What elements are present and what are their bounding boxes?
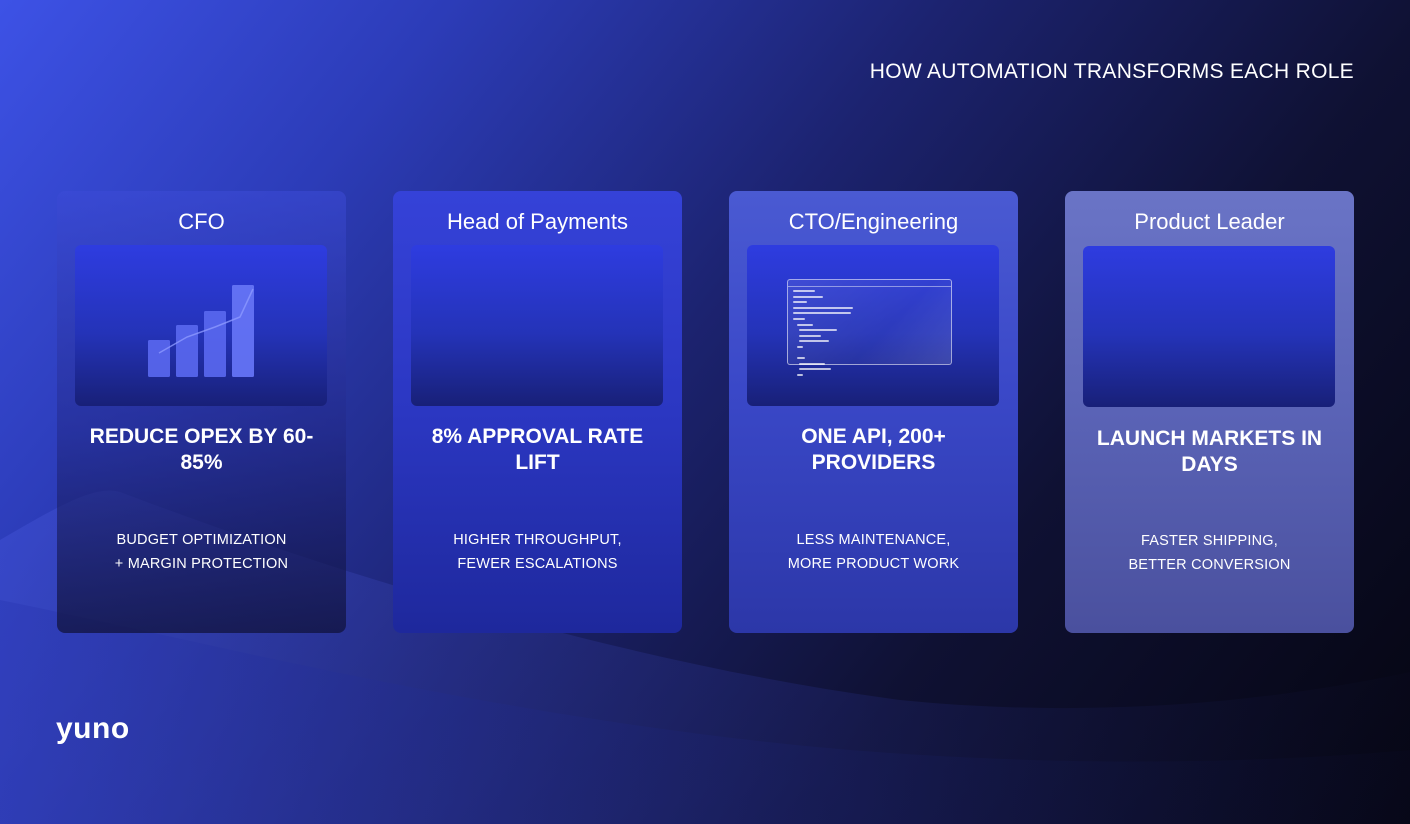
code-window-titlebar [788, 286, 951, 287]
card-description: FASTER SHIPPING, BETTER CONVERSION [1085, 529, 1334, 577]
card-description-line: BETTER CONVERSION [1128, 557, 1291, 573]
card-title: Head of Payments [447, 209, 628, 234]
slide-headline: HOW AUTOMATION TRANSFORMS EACH ROLE [869, 60, 1354, 83]
code-window-icon [787, 279, 952, 376]
card-description-line: FEWER ESCALATIONS [457, 556, 618, 572]
card-description-line: LESS MAINTENANCE, [796, 532, 951, 548]
role-card-cfo: CFO REDUCE OPEX BY 60-85% BUDGET OPTIMIZ… [57, 191, 346, 633]
role-card-head-of-payments: Head of Payments 8% APPROVAL RATE LIFT H… [393, 191, 682, 633]
card-title: CFO [178, 209, 225, 234]
card-description: LESS MAINTENANCE, MORE PRODUCT WORK [749, 528, 998, 576]
card-title: CTO/Engineering [788, 209, 959, 234]
card-metric: LAUNCH MARKETS IN DAYS [1096, 427, 1323, 476]
card-description: HIGHER THROUGHPUT, FEWER ESCALATIONS [413, 528, 662, 576]
card-description-line: MORE PRODUCT WORK [787, 556, 960, 572]
card-metric: ONE API, 200+ PROVIDERS [801, 425, 946, 474]
card-description: BUDGET OPTIMIZATION + MARGIN PROTECTION [77, 528, 326, 576]
card-title: Product Leader [1134, 209, 1285, 234]
code-lines [793, 290, 853, 380]
brand-logo: yuno [56, 712, 130, 745]
card-illustration-panel [1083, 246, 1335, 407]
card-description-line: HIGHER THROUGHPUT, [453, 532, 622, 548]
card-illustration-panel [75, 245, 327, 406]
card-description-line: + MARGIN PROTECTION [114, 556, 289, 572]
card-description-line: FASTER SHIPPING, [1141, 533, 1278, 549]
card-metric: REDUCE OPEX BY 60-85% [89, 425, 314, 474]
role-card-product-leader: Product Leader LAUNCH MARKETS IN DAYS FA… [1065, 191, 1354, 633]
card-illustration-panel [747, 245, 999, 406]
card-metric: 8% APPROVAL RATE LIFT [431, 425, 644, 474]
card-description-line: BUDGET OPTIMIZATION [116, 532, 287, 548]
bar-chart-icon [148, 285, 254, 377]
card-illustration-panel [411, 245, 663, 406]
role-card-cto-engineering: CTO/Engineering ONE API, 200+ PROVIDERS … [729, 191, 1018, 633]
